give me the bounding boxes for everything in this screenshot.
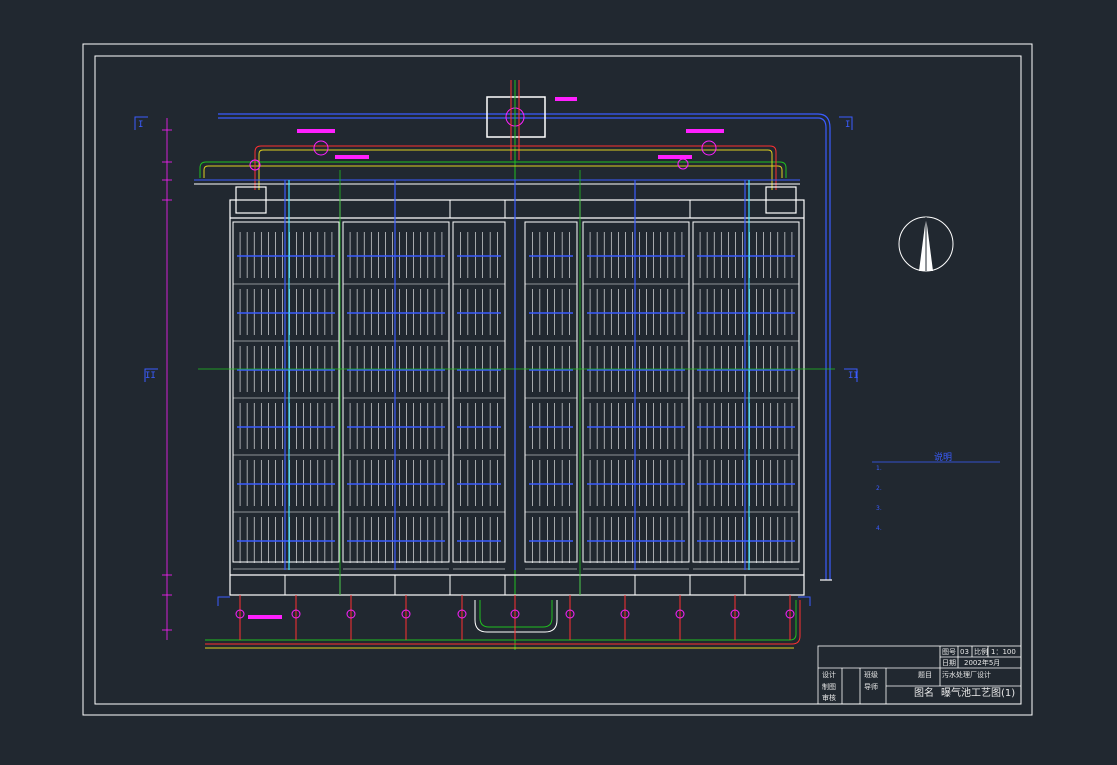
topic-value: 污水处理厂设计	[942, 671, 991, 679]
notes-line: 2.	[876, 485, 882, 492]
review-label: 审核	[822, 694, 836, 702]
section-marker-right-top: I	[845, 120, 851, 130]
drawing-name-label: 图名	[914, 688, 934, 699]
scale-value: 1：100	[991, 648, 1016, 656]
lane	[232, 221, 340, 570]
section-marker-left-top: I	[138, 120, 144, 130]
section-marker-right-mid: II	[848, 371, 859, 381]
design-label: 设计	[822, 671, 836, 679]
north-arrow-icon	[898, 216, 954, 272]
advisor-label: 导师	[864, 683, 878, 691]
notes-title: 说明	[934, 453, 953, 463]
center-axes	[198, 170, 835, 595]
draw-label: 制图	[822, 683, 836, 691]
lane	[524, 221, 578, 570]
class-label: 班级	[864, 671, 878, 679]
magenta-labels	[248, 129, 724, 619]
drop-pipes	[284, 180, 750, 570]
date-label: 日期	[942, 659, 956, 667]
date-value: 2002年5月	[964, 659, 1001, 667]
tank-lanes	[229, 200, 805, 595]
scale-label: 比例	[974, 648, 988, 656]
drawing-name: 曝气池工艺图(1)	[941, 688, 1016, 699]
notes-line: 4.	[876, 525, 882, 532]
inner-frame	[94, 55, 1022, 705]
section-marker-left-mid: II	[145, 371, 156, 381]
lane	[692, 221, 800, 570]
aeration-tank	[229, 186, 805, 596]
drawing-no-label: 图号	[942, 648, 956, 656]
lane	[452, 221, 506, 570]
lane	[582, 221, 690, 570]
bottom-pipes	[205, 600, 801, 649]
notes-line: 1.	[876, 465, 882, 472]
notes-line: 3.	[876, 505, 882, 512]
drawing-no: 03	[960, 648, 969, 656]
left-dimension-line	[162, 118, 172, 640]
topic-label: 题目	[918, 671, 932, 679]
bottom-valves	[235, 595, 795, 640]
lane	[342, 221, 450, 570]
